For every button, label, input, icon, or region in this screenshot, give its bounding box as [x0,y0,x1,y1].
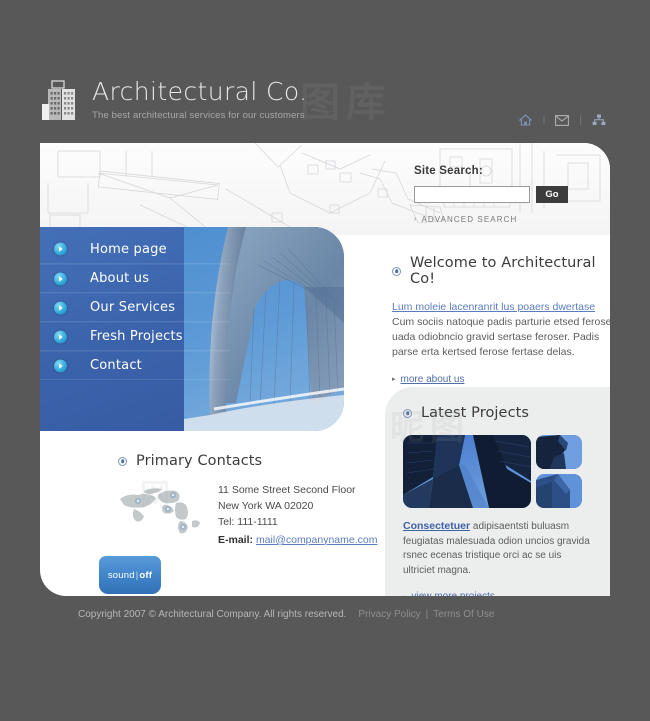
view-more-projects-link[interactable]: ▸ view more projects [403,591,594,596]
nav-label: Our Services [90,300,176,315]
nav-item-fresh-projects[interactable]: Fresh Projects [40,322,230,351]
arrow-bullet-icon [54,359,67,372]
project-caption: Consectetuer adipisaentsti buluasm feugi… [403,519,594,578]
contacts-title: Primary Contacts [136,453,263,469]
sound-label: sound [107,569,135,581]
search-input[interactable] [414,186,530,203]
phone-number: Tel: 111-1111 [218,515,278,528]
arrow-bullet-icon [54,330,67,343]
contact-details: 11 Some Street Second Floor New York WA … [218,483,377,549]
site-search: Site Search: Go › ADVANCED SEARCH [414,165,584,224]
sound-toggle-button[interactable]: sound|off [99,556,161,594]
site-header: Architectural Co. The best architectural… [40,78,610,136]
project-thumbnail-small-1[interactable] [536,435,582,469]
nav-item-contact[interactable]: Contact [40,351,230,380]
welcome-title: Welcome to Architectural Co! [410,255,596,287]
email-label: E-mail: [218,533,254,546]
triangle-right-icon: ▸ [392,376,396,384]
header-icon-bar: | | [515,110,610,130]
sound-state: off [139,569,153,581]
icon-separator: | [542,114,546,126]
project-caption-link[interactable]: Consectetuer [403,520,470,532]
welcome-lead-link[interactable]: Lum moleie lacenranrit lus poaers dwerta… [392,301,610,313]
privacy-policy-link[interactable]: Privacy Policy [358,609,420,620]
nav-label: Home page [90,241,167,257]
copyright-text: Copyright 2007 © Architectural Company. … [78,609,347,620]
main-navigation: Home page About us Our Services Fresh Pr… [40,235,230,380]
navigation-block: Home page About us Our Services Fresh Pr… [40,227,344,431]
site-tagline: The best architectural services for our … [92,109,305,121]
building-icon [40,80,78,122]
latest-projects-section: Latest Projects Consectetuer adipisaents… [385,387,610,596]
icon-separator: | [579,114,582,126]
address-line-1: 11 Some Street Second Floor [218,484,356,496]
arrow-bullet-icon [54,242,67,256]
chevron-right-icon: › [414,216,418,223]
footer-separator: | [425,609,429,620]
home-icon[interactable] [515,110,537,130]
email-link[interactable]: mail@companyname.com [256,534,378,546]
triangle-right-icon: ▸ [403,593,407,597]
welcome-body: Cum sociis natoque padis parturie etsed … [392,316,610,359]
projects-title: Latest Projects [421,405,530,421]
more-about-us-label: more about us [400,373,465,385]
world-map-icon [118,485,202,537]
site-footer: Copyright 2007 © Architectural Company. … [78,609,494,620]
arrow-bullet-icon [54,301,67,314]
more-about-us-link[interactable]: ▸ more about us [392,374,610,385]
nav-item-our-services[interactable]: Our Services [40,293,230,322]
section-bullet-icon [403,408,412,418]
sitemap-icon[interactable] [588,110,610,130]
advanced-search-label: ADVANCED SEARCH [421,215,518,224]
primary-contacts-section: Primary Contacts 11 Some Street Second F… [118,453,378,549]
view-more-projects-label: view more projects [412,591,495,596]
nav-item-about-us[interactable]: About us [40,264,230,293]
mail-icon[interactable] [551,110,573,130]
nav-label: Contact [90,358,142,373]
search-label: Site Search: [414,165,483,177]
nav-label: About us [90,271,150,286]
arrow-bullet-icon [54,272,67,285]
terms-of-use-link[interactable]: Terms Of Use [433,609,494,620]
project-thumbnail-large[interactable] [403,435,531,508]
main-content-panel: Site Search: Go › ADVANCED SEARCH Home p… [40,143,610,596]
section-bullet-icon [118,456,127,466]
welcome-section: Welcome to Architectural Co! Lum moleie … [392,255,610,385]
nav-label: Fresh Projects [90,329,183,344]
project-thumbnail-small-2[interactable] [536,474,582,508]
section-bullet-icon [392,266,401,276]
nav-item-home-page[interactable]: Home page [40,235,230,264]
site-title: Architectural Co. [92,77,308,106]
address-line-2: New York WA 02020 [218,499,314,512]
search-go-button[interactable]: Go [536,186,568,203]
project-thumbnails [403,435,594,508]
advanced-search-link[interactable]: › ADVANCED SEARCH [414,215,584,224]
